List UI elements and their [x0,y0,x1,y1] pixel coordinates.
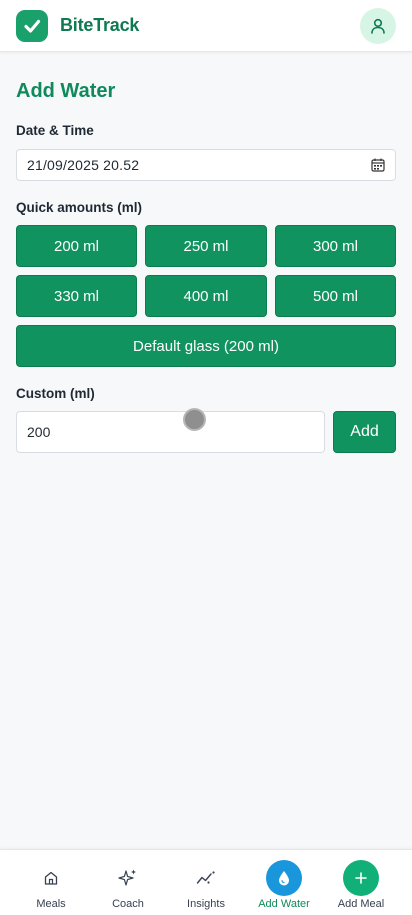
nav-label: Add Meal [337,898,385,910]
app-name: BiteTrack [60,15,140,35]
custom-amount-value: 200 [27,424,51,440]
nav-item-coach[interactable]: Coach [89,850,167,915]
nav-label: Meals [36,898,66,910]
quick-amounts-label: Quick amounts (ml) [16,200,143,215]
nav-label: Add Water [258,898,310,910]
trend-icon [196,871,215,884]
nav-item-meals[interactable]: Meals [12,850,90,915]
custom-amount-input[interactable]: 200 [16,411,325,453]
touch-indicator [183,408,206,431]
calendar-icon[interactable] [371,158,385,172]
quick-amount-button[interactable]: 400 ml [145,275,267,317]
nav-item-add-meal[interactable]: Add Meal [322,850,400,915]
quick-amount-button[interactable]: 500 ml [275,275,396,317]
default-glass-button[interactable]: Default glass (200 ml) [16,325,396,367]
bottom-nav: Meals Coach Insights Add Water Add Meal [0,849,412,915]
water-drop-icon [266,860,302,896]
quick-amount-button[interactable]: 200 ml [16,225,137,267]
sparkles-icon [118,869,136,886]
quick-amounts-grid: 200 ml 250 ml 300 ml 330 ml 400 ml 500 m… [16,225,396,317]
nav-item-add-water[interactable]: Add Water [245,850,323,915]
quick-amount-button[interactable]: 250 ml [145,225,267,267]
profile-button[interactable] [360,8,396,44]
nav-label: Insights [187,898,225,910]
plus-icon [343,860,379,896]
home-icon [44,871,58,885]
quick-amount-button[interactable]: 330 ml [16,275,137,317]
datetime-label: Date & Time [16,123,94,138]
custom-label: Custom (ml) [16,386,95,401]
quick-amount-button[interactable]: 300 ml [275,225,396,267]
app-header: BiteTrack [0,0,412,52]
datetime-input[interactable]: 21/09/2025 20.52 [16,149,396,181]
add-button[interactable]: Add [333,411,396,453]
check-shield-icon [16,9,48,42]
datetime-value: 21/09/2025 20.52 [27,157,140,173]
nav-label: Coach [112,898,144,910]
page-title: Add Water [16,80,116,102]
user-icon [371,18,385,34]
nav-item-insights[interactable]: Insights [167,850,245,915]
